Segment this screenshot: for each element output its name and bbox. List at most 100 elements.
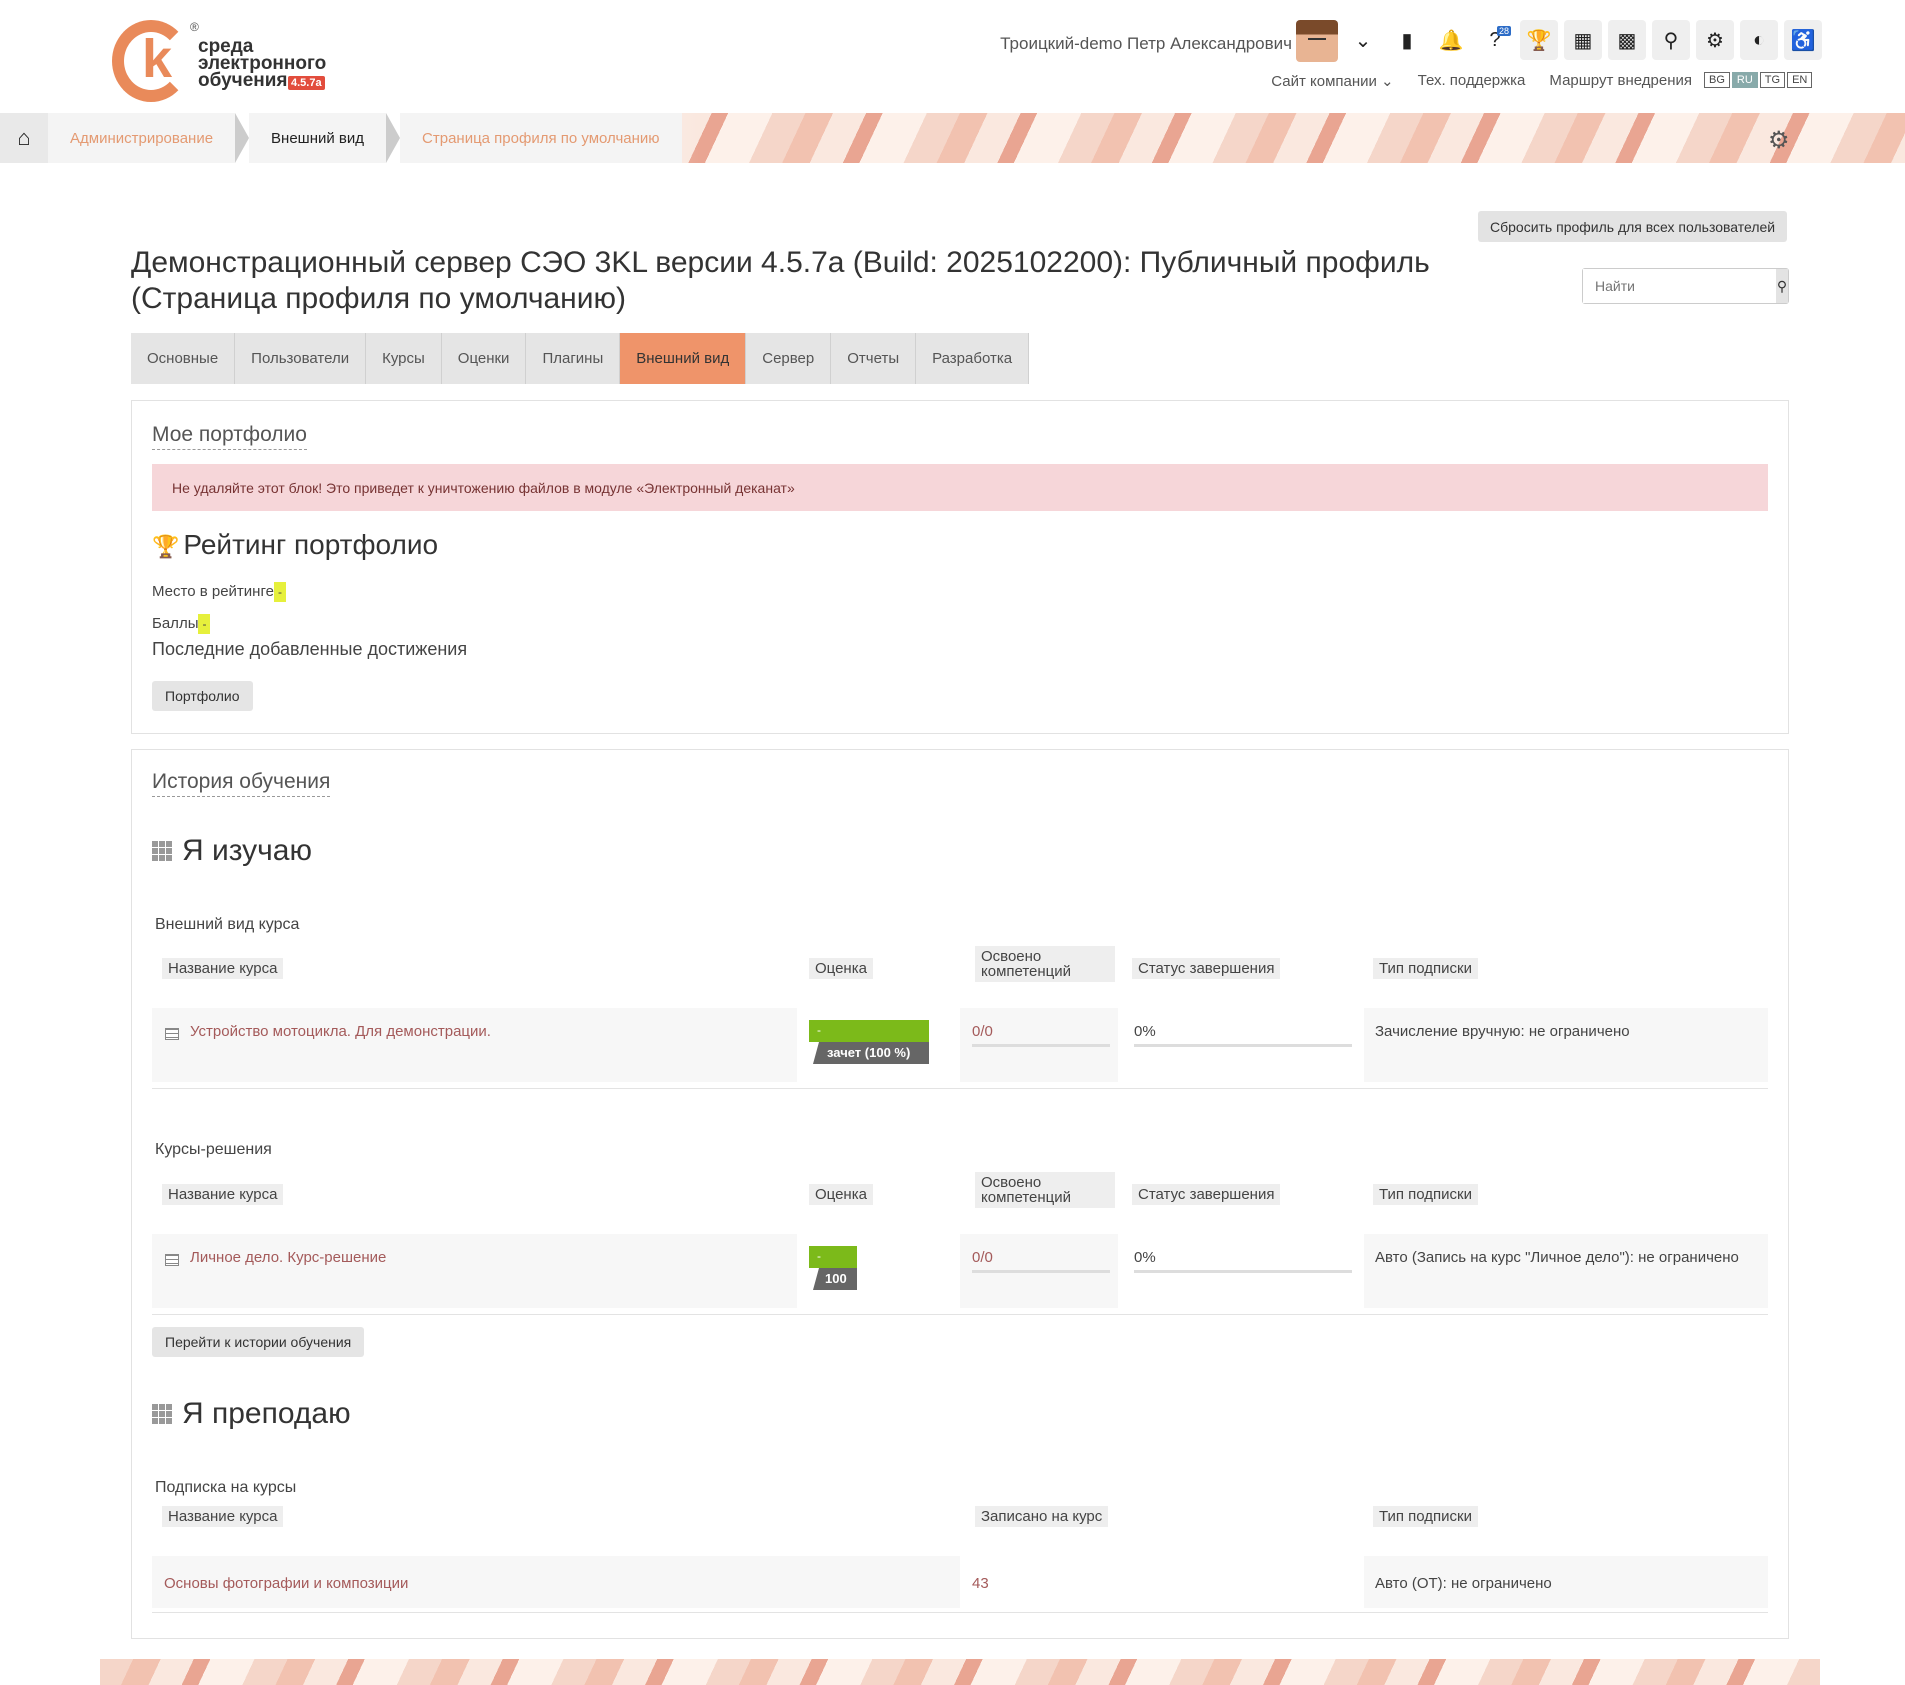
breadcrumb-appearance[interactable]: Внешний вид [249, 113, 387, 163]
dashboard-icon[interactable]: ▦ [1564, 20, 1602, 60]
portfolio-title[interactable]: Мое портфолио [152, 423, 307, 450]
company-site-link[interactable]: Сайт компании ⌄ [1271, 72, 1393, 90]
tab-development[interactable]: Разработка [916, 333, 1030, 384]
route-link[interactable]: Маршрут внедрения [1549, 72, 1692, 90]
tab-reports[interactable]: Отчеты [831, 333, 917, 384]
help-badge: 28 [1496, 26, 1511, 36]
go-to-history-button[interactable]: Перейти к истории обучения [152, 1327, 365, 1357]
grade-bottom: зачет (100 %) [813, 1042, 929, 1064]
reset-profile-button[interactable]: Сбросить профиль для всех пользователей [1478, 211, 1788, 242]
support-link[interactable]: Тех. поддержка [1418, 72, 1526, 90]
rating-points-value: - [198, 614, 211, 634]
logo-k: k [142, 29, 173, 89]
chevron-down-icon[interactable]: ⌄ [1344, 20, 1382, 60]
group-title: Курсы-решения [155, 1141, 272, 1158]
col-subscription[interactable]: Тип подписки [1373, 958, 1479, 979]
status-value: 0% [1134, 1249, 1156, 1266]
avatar[interactable] [1296, 20, 1338, 62]
lang-tg[interactable]: TG [1759, 72, 1786, 88]
enrolled-count[interactable]: 43 [972, 1575, 989, 1592]
top-toolbar: ⌄ ▮ 🔔 ? 28 🏆 ▦ ▩ ⚲ ⚙ ◐ ♿ [1344, 20, 1822, 60]
col-competencies[interactable]: Освоено компетенций [975, 946, 1115, 982]
search-button-icon[interactable]: ⚲ [1776, 269, 1788, 303]
search-box: ⚲ [1582, 268, 1789, 304]
course-link[interactable]: Устройство мотоцикла. Для демонстрации. [190, 1023, 491, 1040]
tab-general[interactable]: Основные [131, 333, 236, 384]
col-grade[interactable]: Оценка [809, 958, 873, 979]
row-cell-bg [152, 1008, 797, 1082]
status-value: 0% [1134, 1023, 1156, 1040]
tab-users[interactable]: Пользователи [235, 333, 367, 384]
tab-grades[interactable]: Оценки [441, 333, 527, 384]
gear-icon[interactable]: ⚙ [1696, 20, 1734, 60]
course-icon [165, 1028, 179, 1040]
competencies-link[interactable]: 0/0 [972, 1249, 993, 1266]
teaching-heading: Я преподаю [152, 1397, 351, 1431]
recent-achievements-label: Последние добавленные достижения [152, 639, 468, 659]
col-course-name[interactable]: Название курса [162, 1184, 284, 1205]
footer-band [100, 1659, 1820, 1685]
home-icon[interactable]: ⌂ [0, 113, 48, 163]
col-course-name[interactable]: Название курса [162, 1506, 284, 1527]
col-course-name[interactable]: Название курса [162, 958, 284, 979]
breadcrumb-administration[interactable]: Администрирование [48, 113, 236, 163]
help-icon[interactable]: ? 28 [1476, 20, 1514, 60]
course-link[interactable]: Основы фотографии и композиции [164, 1575, 408, 1592]
row-cell-bg [1364, 1234, 1768, 1308]
competencies-bar [972, 1044, 1110, 1047]
logo-reg: ® [190, 20, 199, 34]
subscription-value: Авто (Запись на курс "Личное дело"): не … [1375, 1249, 1739, 1266]
page-title: Демонстрационный сервер СЭО 3KL версии 4… [131, 246, 1430, 315]
row-cell-bg [152, 1234, 797, 1308]
portfolio-block: Мое портфолио Не удаляйте этот блок! Это… [131, 400, 1789, 734]
col-status[interactable]: Статус завершения [1132, 958, 1281, 979]
col-status[interactable]: Статус завершения [1132, 1184, 1281, 1205]
tab-appearance[interactable]: Внешний вид [620, 333, 747, 384]
subscription-value: Зачисление вручную: не ограничено [1375, 1023, 1630, 1040]
col-competencies[interactable]: Освоено компетенций [975, 1172, 1115, 1208]
portfolio-alert: Не удаляйте этот блок! Это приведет к ун… [152, 464, 1768, 511]
toggle-icon[interactable]: ◐ [1740, 20, 1778, 60]
tab-courses[interactable]: Курсы [366, 333, 442, 384]
chat-icon[interactable]: ▮ [1388, 20, 1426, 60]
structure-icon[interactable]: ▩ [1608, 20, 1646, 60]
bell-icon[interactable]: 🔔 [1432, 20, 1470, 60]
tab-server[interactable]: Сервер [746, 333, 832, 384]
logo[interactable]: k ® среда электронного обучения 4.5.7a [112, 20, 332, 106]
lang-en[interactable]: EN [1787, 72, 1813, 88]
rating-points: Баллы - [152, 614, 211, 634]
history-title[interactable]: История обучения [152, 770, 331, 797]
portfolio-button[interactable]: Портфолио [152, 681, 253, 711]
status-bar [1134, 1270, 1352, 1273]
row-cell-bg [1364, 1008, 1768, 1082]
breadcrumb-default-profile[interactable]: Страница профиля по умолчанию [400, 113, 682, 163]
lang-ru[interactable]: RU [1731, 72, 1758, 88]
competencies-bar [972, 1270, 1110, 1273]
course-link[interactable]: Личное дело. Курс-решение [190, 1249, 386, 1266]
group-title: Внешний вид курса [155, 916, 300, 933]
user-name[interactable]: Троицкий-demo Петр Александрович [1000, 34, 1292, 54]
admin-tabs: Основные Пользователи Курсы Оценки Плаги… [131, 333, 1030, 384]
trophy-icon[interactable]: 🏆 [1520, 20, 1558, 60]
row-divider [152, 1612, 1768, 1613]
group-title: Подписка на курсы [155, 1479, 297, 1496]
course-icon [165, 1254, 179, 1266]
language-switcher: BG RU TG EN [1704, 72, 1814, 88]
search-input[interactable] [1583, 269, 1776, 303]
search-icon[interactable]: ⚲ [1652, 20, 1690, 60]
grade-top: - [809, 1246, 857, 1268]
col-subscription[interactable]: Тип подписки [1373, 1506, 1479, 1527]
col-enrolled[interactable]: Записано на курс [975, 1506, 1109, 1527]
trophy-icon: 🏆 [152, 534, 180, 559]
col-grade[interactable]: Оценка [809, 1184, 873, 1205]
competencies-link[interactable]: 0/0 [972, 1023, 993, 1040]
accessibility-icon[interactable]: ♿ [1784, 20, 1822, 60]
settings-gear-icon[interactable]: ⚙ [1768, 126, 1790, 155]
status-bar [1134, 1044, 1352, 1047]
tab-plugins[interactable]: Плагины [526, 333, 621, 384]
lang-bg[interactable]: BG [1704, 72, 1730, 88]
learning-history-block: История обучения Я изучаю Внешний вид ку… [131, 749, 1789, 1639]
rating-place: Место в рейтинге - [152, 582, 286, 602]
col-subscription[interactable]: Тип подписки [1373, 1184, 1479, 1205]
grade-badge: - 100 [809, 1246, 857, 1290]
